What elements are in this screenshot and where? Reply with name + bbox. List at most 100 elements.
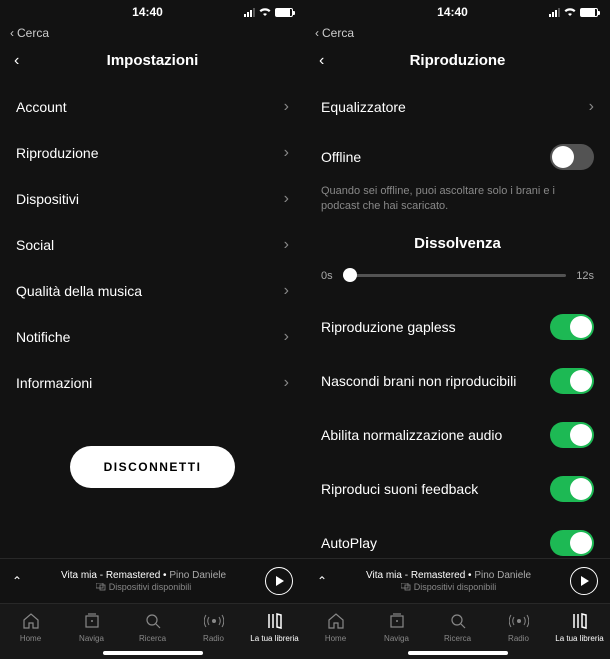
- battery-icon: [275, 8, 293, 17]
- tab-search[interactable]: Ricerca: [122, 604, 183, 647]
- toggle-row: Nascondi brani non riproducibili: [305, 354, 610, 408]
- wifi-icon: [258, 7, 272, 17]
- status-bar: 14:40: [305, 0, 610, 24]
- chevron-right-icon: ›: [589, 98, 594, 116]
- signal-icon: [244, 8, 255, 17]
- chevron-up-icon[interactable]: ⌃: [12, 574, 22, 588]
- tab-bar: Home Naviga Ricerca Radio La tua libreri…: [0, 603, 305, 647]
- settings-row[interactable]: Notifiche›: [0, 314, 305, 360]
- slider-max: 12s: [576, 270, 594, 282]
- disconnect-button[interactable]: DISCONNETTI: [70, 446, 236, 488]
- chevron-right-icon: ›: [284, 282, 289, 300]
- toggle-row: AutoPlay: [305, 516, 610, 558]
- wifi-icon: [563, 7, 577, 17]
- chevron-right-icon: ›: [284, 328, 289, 346]
- tab-library[interactable]: La tua libreria: [244, 604, 305, 647]
- offline-toggle[interactable]: [550, 144, 594, 170]
- radio-icon: [508, 610, 530, 632]
- home-icon: [20, 610, 42, 632]
- chevron-right-icon: ›: [284, 144, 289, 162]
- home-indicator[interactable]: [0, 647, 305, 659]
- chevron-right-icon: ›: [284, 98, 289, 116]
- feedback-sounds-toggle[interactable]: [550, 476, 594, 502]
- settings-row[interactable]: Account›: [0, 84, 305, 130]
- clock: 14:40: [367, 5, 538, 19]
- playback-settings: Equalizzatore› Offline Quando sei offlin…: [305, 84, 610, 558]
- chevron-right-icon: ›: [284, 236, 289, 254]
- browse-icon: [386, 610, 408, 632]
- settings-row[interactable]: Dispositivi›: [0, 176, 305, 222]
- chevron-left-icon: ‹: [315, 26, 319, 40]
- page-title: Impostazioni: [107, 52, 199, 69]
- radio-icon: [203, 610, 225, 632]
- back-label: Cerca: [322, 26, 354, 40]
- settings-screen: 14:40 ‹ Cerca ‹ Impostazioni Account› Ri…: [0, 0, 305, 659]
- page-title: Riproduzione: [410, 52, 506, 69]
- toggle-row: Riproduci suoni feedback: [305, 462, 610, 516]
- track-artist: Pino Daniele: [169, 570, 226, 581]
- header: ‹ Impostazioni: [0, 46, 305, 84]
- normalize-toggle[interactable]: [550, 422, 594, 448]
- play-button[interactable]: [570, 567, 598, 595]
- play-button[interactable]: [265, 567, 293, 595]
- equalizer-row[interactable]: Equalizzatore›: [305, 84, 610, 130]
- back-button[interactable]: ‹: [14, 52, 19, 70]
- back-button[interactable]: ‹: [319, 52, 324, 70]
- tab-home[interactable]: Home: [0, 604, 61, 647]
- crossfade-slider[interactable]: [343, 274, 567, 277]
- chevron-up-icon[interactable]: ⌃: [317, 574, 327, 588]
- tab-search[interactable]: Ricerca: [427, 604, 488, 647]
- tab-radio[interactable]: Radio: [488, 604, 549, 647]
- tab-bar: Home Naviga Ricerca Radio La tua libreri…: [305, 603, 610, 647]
- library-icon: [569, 610, 591, 632]
- autoplay-toggle[interactable]: [550, 530, 594, 556]
- battery-icon: [580, 8, 598, 17]
- track-title: Vita mia - Remastered: [61, 570, 160, 581]
- clock: 14:40: [62, 5, 233, 19]
- play-icon: [276, 576, 284, 586]
- devices-label: Dispositivi disponibili: [109, 582, 192, 592]
- devices-icon: [96, 583, 106, 591]
- track-artist: Pino Daniele: [474, 570, 531, 581]
- home-indicator[interactable]: [305, 647, 610, 659]
- settings-row[interactable]: Social›: [0, 222, 305, 268]
- offline-row: Offline: [305, 130, 610, 184]
- nav-back[interactable]: ‹ Cerca: [305, 24, 610, 46]
- home-icon: [325, 610, 347, 632]
- library-icon: [264, 610, 286, 632]
- slider-min: 0s: [321, 270, 333, 282]
- toggle-row: Riproduzione gapless: [305, 300, 610, 354]
- crossfade-title: Dissolvenza: [305, 225, 610, 270]
- settings-row[interactable]: Riproduzione›: [0, 130, 305, 176]
- tab-library[interactable]: La tua libreria: [549, 604, 610, 647]
- toggle-row: Abilita normalizzazione audio: [305, 408, 610, 462]
- offline-hint: Quando sei offline, puoi ascoltare solo …: [305, 184, 610, 225]
- devices-icon: [401, 583, 411, 591]
- chevron-left-icon: ‹: [10, 26, 14, 40]
- hide-unplayable-toggle[interactable]: [550, 368, 594, 394]
- settings-list: Account› Riproduzione› Dispositivi› Soci…: [0, 84, 305, 558]
- search-icon: [447, 610, 469, 632]
- tab-home[interactable]: Home: [305, 604, 366, 647]
- status-bar: 14:40: [0, 0, 305, 24]
- playback-screen: 14:40 ‹ Cerca ‹ Riproduzione Equalizzato…: [305, 0, 610, 659]
- now-playing-bar[interactable]: ⌃ Vita mia - Remastered • Pino Daniele D…: [305, 558, 610, 603]
- browse-icon: [81, 610, 103, 632]
- tab-browse[interactable]: Naviga: [61, 604, 122, 647]
- settings-row[interactable]: Informazioni›: [0, 360, 305, 406]
- nav-back[interactable]: ‹ Cerca: [0, 24, 305, 46]
- back-label: Cerca: [17, 26, 49, 40]
- chevron-right-icon: ›: [284, 374, 289, 392]
- play-icon: [581, 576, 589, 586]
- search-icon: [142, 610, 164, 632]
- gapless-toggle[interactable]: [550, 314, 594, 340]
- settings-row[interactable]: Qualità della musica›: [0, 268, 305, 314]
- crossfade-slider-row: 0s 12s: [305, 270, 610, 300]
- now-playing-bar[interactable]: ⌃ Vita mia - Remastered • Pino Daniele D…: [0, 558, 305, 603]
- track-title: Vita mia - Remastered: [366, 570, 465, 581]
- header: ‹ Riproduzione: [305, 46, 610, 84]
- devices-label: Dispositivi disponibili: [414, 582, 497, 592]
- chevron-right-icon: ›: [284, 190, 289, 208]
- tab-radio[interactable]: Radio: [183, 604, 244, 647]
- tab-browse[interactable]: Naviga: [366, 604, 427, 647]
